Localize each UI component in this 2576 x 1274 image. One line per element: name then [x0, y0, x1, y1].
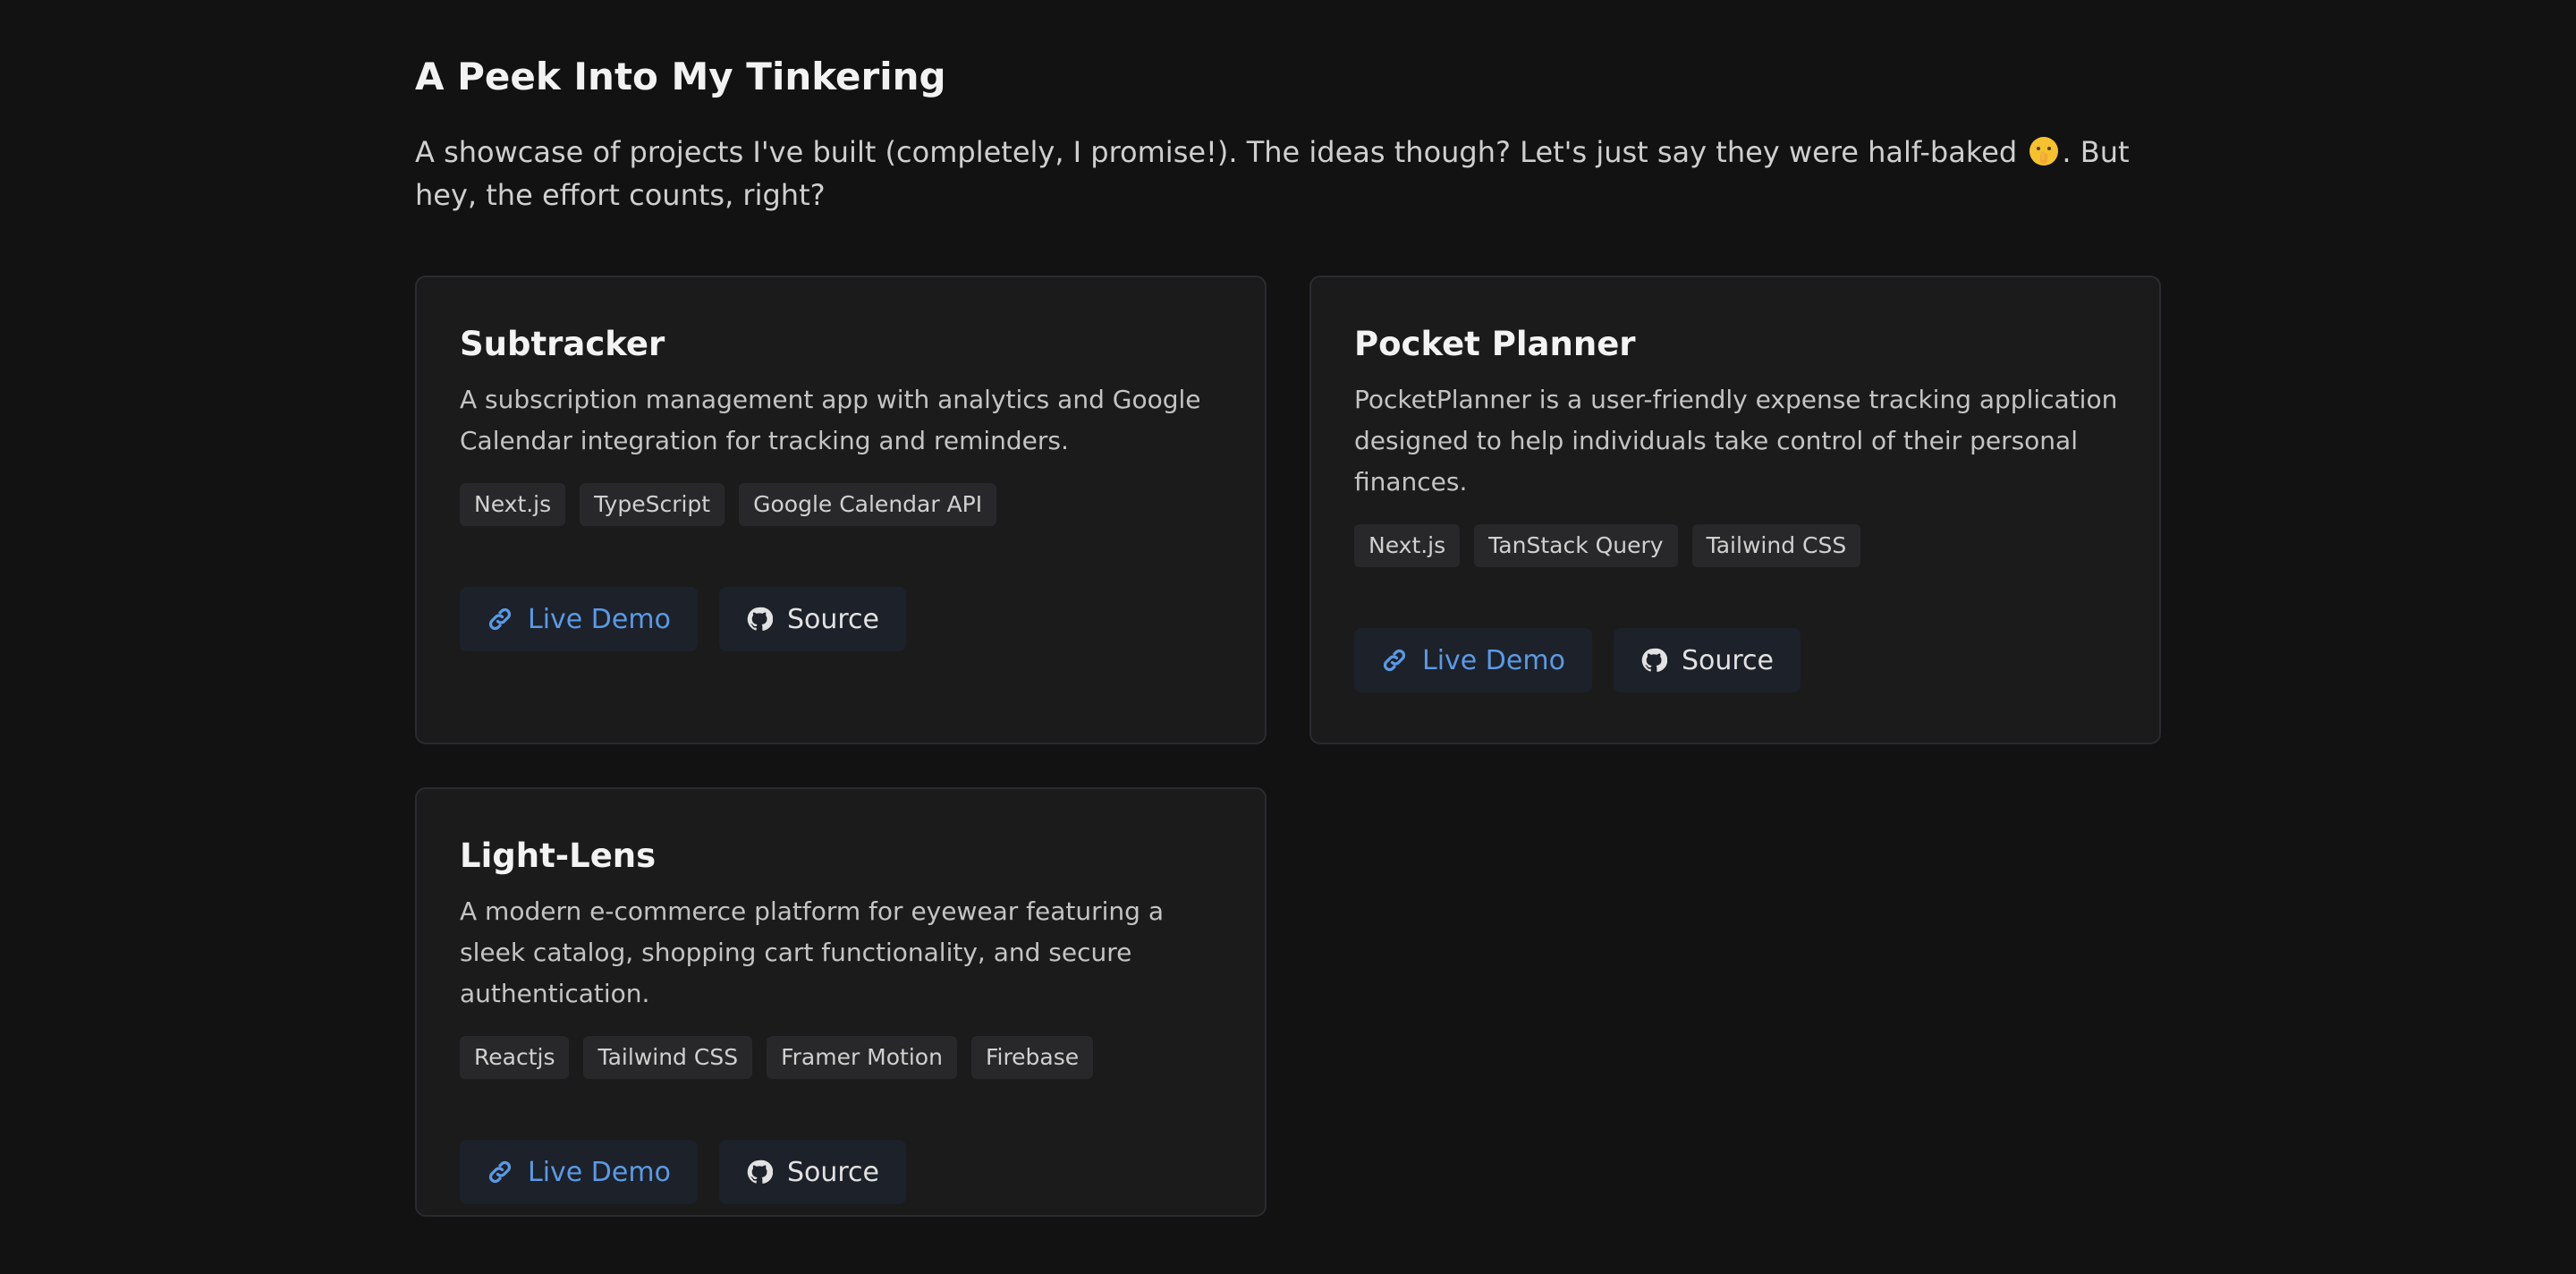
project-actions: Live Demo Source — [460, 587, 1222, 651]
tech-tag: TanStack Query — [1474, 524, 1678, 567]
page-title: A Peek Into My Tinkering — [415, 55, 946, 98]
tech-tag: Next.js — [1354, 524, 1461, 567]
page: A Peek Into My Tinkering A showcase of p… — [0, 0, 2576, 1274]
tag-list: Next.js TanStack Query Tailwind CSS — [1354, 524, 2116, 567]
project-description: A modern e-commerce platform for eyewear… — [460, 896, 1165, 1008]
github-icon — [1641, 648, 1667, 672]
intro-text: A showcase of projects I've built (compl… — [415, 131, 2161, 217]
intro-text-part-1: A showcase of projects I've built (compl… — [415, 135, 2018, 169]
tech-tag: Tailwind CSS — [583, 1036, 753, 1079]
live-demo-button[interactable]: Live Demo — [460, 1140, 698, 1204]
tech-tag: Tailwind CSS — [1691, 524, 1861, 567]
project-title: Subtracker — [460, 325, 665, 363]
tag-list: Reactjs Tailwind CSS Framer Motion Fireb… — [460, 1036, 1222, 1079]
source-button[interactable]: Source — [1613, 628, 1801, 692]
project-description: PocketPlanner is a user-friendly expense… — [1354, 385, 2118, 497]
tech-tag: Next.js — [460, 483, 566, 526]
tech-tag: Reactjs — [460, 1036, 570, 1079]
live-demo-button[interactable]: Live Demo — [460, 587, 698, 651]
live-demo-label: Live Demo — [528, 603, 671, 635]
source-button[interactable]: Source — [718, 587, 906, 651]
live-demo-label: Live Demo — [1422, 644, 1565, 676]
project-description: A subscription management app with analy… — [460, 385, 1201, 455]
project-title: Light-Lens — [460, 837, 657, 875]
link-icon — [488, 607, 512, 631]
source-label: Source — [786, 603, 879, 635]
link-icon — [1383, 649, 1406, 672]
github-icon — [747, 1159, 773, 1184]
projects-section: A Peek Into My Tinkering A showcase of p… — [415, 50, 2161, 1217]
link-icon — [488, 1160, 512, 1184]
live-demo-label: Live Demo — [528, 1156, 671, 1188]
source-label: Source — [1681, 644, 1774, 676]
project-actions: Live Demo Source — [1354, 628, 2116, 692]
live-demo-button[interactable]: Live Demo — [1354, 628, 1592, 692]
tag-list: Next.js TypeScript Google Calendar API — [460, 483, 1222, 526]
project-card-light-lens: Light-Lens A modern e-commerce platform … — [415, 787, 1267, 1217]
shushing-face-emoji-icon — [2028, 135, 2060, 167]
tech-tag: Google Calendar API — [739, 483, 997, 526]
project-title: Pocket Planner — [1354, 325, 1636, 363]
tech-tag: Firebase — [970, 1036, 1094, 1079]
project-actions: Live Demo Source — [460, 1140, 1222, 1204]
source-button[interactable]: Source — [718, 1140, 906, 1204]
github-icon — [747, 607, 773, 631]
project-card-subtracker: Subtracker A subscription management app… — [415, 276, 1267, 744]
project-card-pocket-planner: Pocket Planner PocketPlanner is a user-f… — [1309, 276, 2161, 744]
source-label: Source — [786, 1156, 879, 1188]
tech-tag: Framer Motion — [767, 1036, 957, 1079]
tech-tag: TypeScript — [580, 483, 725, 526]
